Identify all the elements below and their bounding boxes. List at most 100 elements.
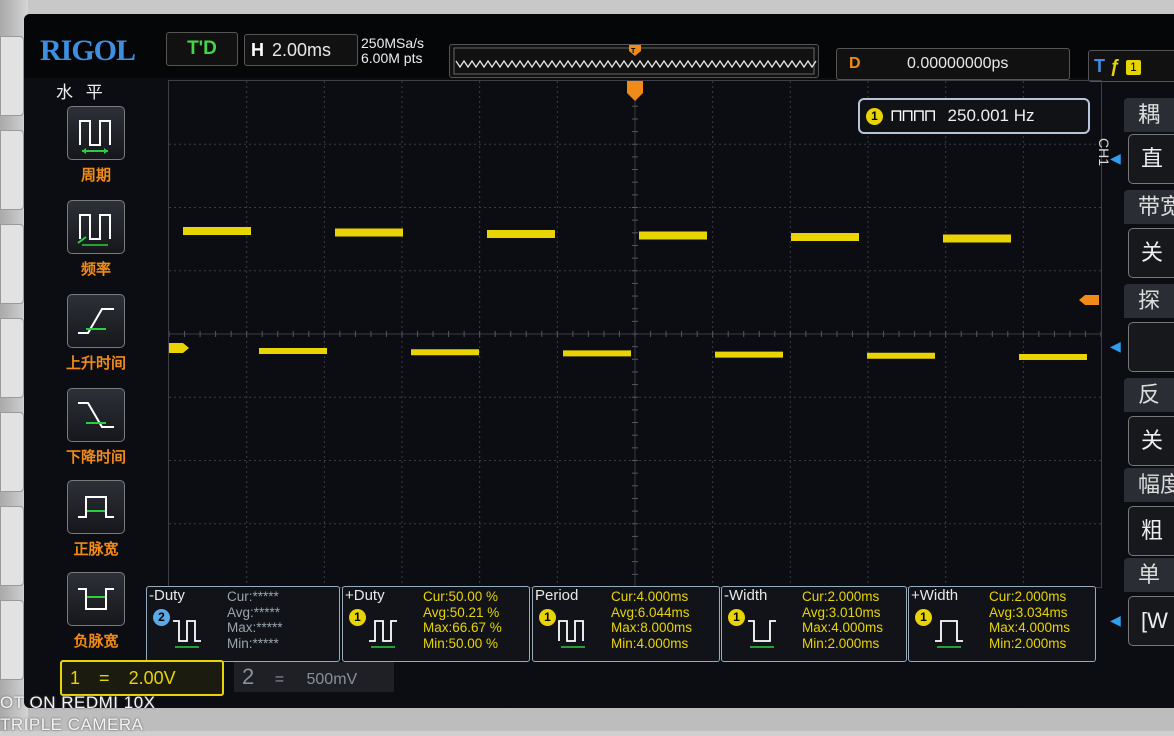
measurement-values: Cur:2.000ms Avg:3.034ms Max:4.000ms Min:2.0…: [989, 589, 1070, 651]
scope-screen: RIGOL T'D H 2.00ms 250MSa/s 6.00M pts T D…: [24, 14, 1174, 708]
measurement-max: Max:4.000ms: [802, 620, 884, 635]
bezel-button[interactable]: [0, 318, 24, 398]
menu-value: 关: [1141, 240, 1164, 265]
measurement-min: Min:*****: [227, 635, 279, 651]
delay-value: 0.00000000ps: [907, 55, 1009, 72]
measurement-cur: Cur:*****: [227, 589, 279, 604]
measurement-icon: [558, 620, 585, 648]
timebase-label: H: [251, 40, 264, 60]
timebase-display[interactable]: H 2.00ms: [244, 34, 358, 66]
channel-badge: 1: [539, 609, 556, 626]
measurement-min: Min:2.000ms: [989, 635, 1067, 651]
coupling-symbol: =: [99, 668, 110, 688]
bezel-button[interactable]: [0, 224, 24, 304]
frequency-value: 250.001 Hz: [947, 106, 1035, 125]
menu-value-invert[interactable]: 关: [1128, 416, 1174, 466]
channel-badge: 1: [349, 609, 366, 626]
period-icon: [67, 106, 125, 160]
measurement-max: Max:4.000ms: [989, 620, 1071, 635]
measurement-avg: Avg:50.21 %: [423, 604, 500, 620]
menu-item-rise-time[interactable]: 上升时间: [54, 294, 138, 373]
measurement-values: Cur:50.00 % Avg:50.21 % Max:66.67 % Min:50.…: [423, 589, 502, 651]
bezel-button[interactable]: [0, 36, 24, 116]
menu-value: 直: [1141, 146, 1164, 171]
watermark-line: TRIPLE CAMERA: [0, 715, 144, 734]
measurement-max: Max:8.000ms: [611, 620, 693, 635]
channel-2-scale[interactable]: 2 = 500mV: [234, 662, 394, 692]
measurement-max: Max:66.67 %: [423, 620, 502, 635]
menu-head: 探: [1124, 284, 1174, 318]
measurement-cur: Cur:2.000ms: [802, 589, 880, 604]
menu-item-fall-time[interactable]: 下降时间: [54, 388, 138, 467]
channel-number: 1: [70, 668, 81, 688]
menu-value-coupling[interactable]: 直: [1128, 134, 1174, 184]
frequency-counter: 1 ⊓⊓⊓⊓ 250.001 Hz: [858, 98, 1090, 134]
memory-overview: T: [449, 44, 819, 78]
frequency-icon: [67, 200, 125, 254]
measurement-avg: Avg:3.034ms: [989, 604, 1068, 620]
menu-head: 单: [1124, 558, 1174, 592]
bezel-button[interactable]: [0, 506, 24, 586]
menu-value-amplitude[interactable]: 粗: [1128, 506, 1174, 556]
right-softkey-menu: CH1 耦 直 ◀ 带宽 关 探 ◀ 反 关 幅度 粗 单 [W ◀: [1096, 98, 1174, 658]
channel-scale: 2.00V: [128, 668, 176, 688]
channel-badge: 2: [153, 609, 170, 626]
left-arrow-icon: ◀: [1110, 150, 1121, 166]
coupling-symbol: =: [274, 671, 285, 688]
channel-badge: 1: [728, 609, 745, 626]
measurement-icon: [748, 620, 776, 648]
menu-value: [W: [1141, 608, 1168, 633]
measurement-box[interactable]: +Width 1 Cur:2.000ms Avg:3.034ms Max:4.000ms…: [908, 586, 1096, 662]
menu-item-negative-width[interactable]: 负脉宽: [54, 572, 138, 651]
measurement-box[interactable]: Period 1 Cur:4.000ms Avg:6.044ms Max:8.000ms…: [532, 586, 720, 662]
measurement-title: +Duty: [345, 587, 385, 604]
menu-label: 下降时间: [65, 449, 126, 466]
camera-watermark: OT ON REDMI 10X TRIPLE CAMERA: [0, 692, 156, 736]
status-bar: RIGOL T'D H 2.00ms 250MSa/s 6.00M pts T D…: [24, 14, 1174, 82]
measurement-title: Period: [535, 587, 579, 604]
measurement-box[interactable]: -Width 1 Cur:2.000ms Avg:3.010ms Max:4.000ms…: [721, 586, 907, 662]
measurement-box[interactable]: -Duty 2 Cur:***** Avg:***** Max:***** Min:***…: [146, 586, 340, 662]
measurement-avg: Avg:*****: [227, 604, 281, 620]
left-arrow-icon: ◀: [1110, 338, 1121, 354]
measurement-max: Max:*****: [227, 620, 283, 635]
measurement-cur: Cur:4.000ms: [611, 589, 689, 604]
measurement-values: Cur:***** Avg:***** Max:***** Min:*****: [227, 589, 283, 651]
menu-value: 关: [1141, 428, 1164, 453]
menu-head: 带宽: [1124, 190, 1174, 224]
menu-value-probe[interactable]: [1128, 322, 1174, 372]
rising-edge-icon: ƒ: [1110, 56, 1121, 76]
trigger-status: T'D: [166, 32, 238, 66]
menu-value: 粗: [1141, 518, 1164, 543]
brand-logo: RIGOL: [40, 34, 136, 67]
negative-width-icon: [67, 572, 125, 626]
bezel-button[interactable]: [0, 412, 24, 492]
waveform-grid[interactable]: [168, 80, 1102, 588]
menu-item-frequency[interactable]: 频率: [54, 200, 138, 279]
delay-display[interactable]: D 0.00000000ps: [836, 48, 1070, 80]
menu-head: 耦: [1124, 98, 1174, 132]
trigger-display[interactable]: Tƒ1: [1088, 50, 1174, 82]
memory-depth: 6.00M pts: [361, 50, 423, 66]
delay-label: D: [849, 55, 861, 72]
measurement-values: Cur:4.000ms Avg:6.044ms Max:8.000ms Min:4.0…: [611, 589, 692, 651]
menu-value-bandwidth[interactable]: 关: [1128, 228, 1174, 278]
memory-waveform-icon: T: [453, 45, 817, 75]
acquisition-info: 250MSa/s 6.00M pts: [361, 36, 424, 66]
measurement-title: +Width: [911, 587, 959, 604]
channel-1-ground-marker: [169, 343, 189, 353]
sample-rate: 250MSa/s: [361, 35, 425, 51]
measurement-title: -Width: [724, 587, 768, 604]
menu-value-unit[interactable]: [W: [1128, 596, 1174, 646]
menu-label: 上升时间: [65, 355, 126, 372]
menu-item-period[interactable]: 周期: [54, 106, 138, 185]
channel-badge: 1: [915, 609, 932, 626]
measurement-icon: [173, 620, 201, 648]
left-softkey-menu: 水 平 周期 频率 上升时间 下降时间 正脉宽 负脉宽: [24, 78, 144, 668]
bezel-button[interactable]: [0, 600, 24, 680]
channel-1-scale[interactable]: 1 = 2.00V: [60, 660, 224, 696]
bezel-button[interactable]: [0, 130, 24, 210]
menu-item-positive-width[interactable]: 正脉宽: [54, 480, 138, 559]
menu-label: 负脉宽: [73, 633, 119, 650]
measurement-box[interactable]: +Duty 1 Cur:50.00 % Avg:50.21 % Max:66.67 % M…: [342, 586, 530, 662]
